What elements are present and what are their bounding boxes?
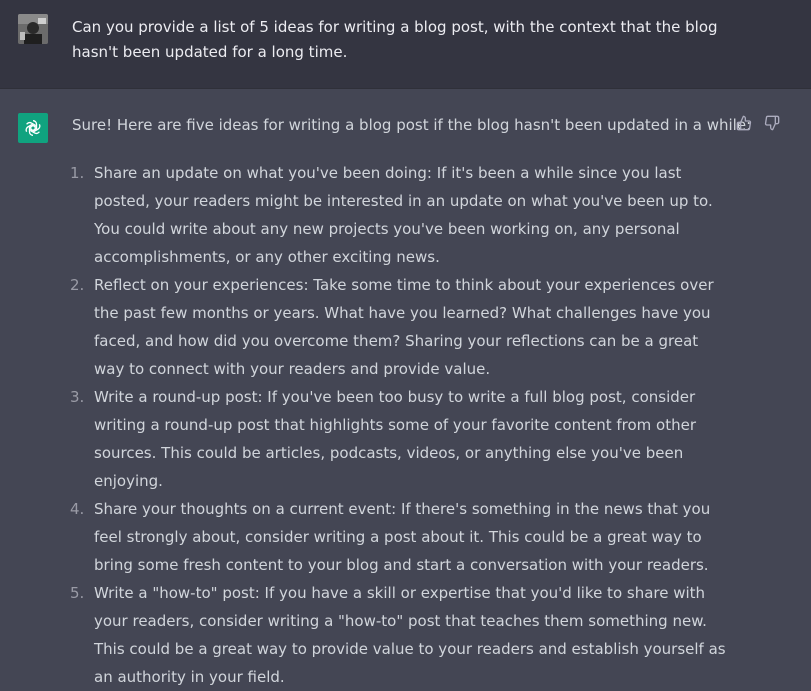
list-item-text: Write a round-up post: If you've been to… bbox=[94, 388, 696, 490]
user-message-text: Can you provide a list of 5 ideas for wr… bbox=[72, 18, 718, 61]
list-item: 2. Reflect on your experiences: Take som… bbox=[70, 271, 726, 383]
list-item: 3. Write a round-up post: If you've been… bbox=[70, 383, 726, 495]
list-item-number: 3. bbox=[70, 388, 85, 406]
list-item-text: Write a "how-to" post: If you have a ski… bbox=[94, 584, 726, 686]
list-item-number: 1. bbox=[70, 164, 85, 182]
list-item-number: 4. bbox=[70, 500, 85, 518]
openai-logo-icon bbox=[18, 113, 48, 143]
user-message: Can you provide a list of 5 ideas for wr… bbox=[0, 0, 811, 89]
assistant-intro-text: Sure! Here are five ideas for writing a … bbox=[72, 116, 752, 134]
list-item: 5. Write a "how-to" post: If you have a … bbox=[70, 579, 726, 691]
ideas-list: 1. Share an update on what you've been d… bbox=[70, 159, 726, 691]
list-item-number: 5. bbox=[70, 584, 85, 602]
list-item-text: Share your thoughts on a current event: … bbox=[94, 500, 711, 574]
feedback-buttons bbox=[736, 115, 780, 131]
thumbs-up-icon[interactable] bbox=[736, 115, 752, 131]
user-avatar bbox=[18, 14, 48, 44]
list-item-text: Reflect on your experiences: Take some t… bbox=[94, 276, 714, 378]
list-item-text: Share an update on what you've been doin… bbox=[94, 164, 713, 266]
list-item: 4. Share your thoughts on a current even… bbox=[70, 495, 726, 579]
list-item: 1. Share an update on what you've been d… bbox=[70, 159, 726, 271]
list-item-number: 2. bbox=[70, 276, 85, 294]
assistant-message: Sure! Here are five ideas for writing a … bbox=[0, 89, 811, 686]
thumbs-down-icon[interactable] bbox=[764, 115, 780, 131]
